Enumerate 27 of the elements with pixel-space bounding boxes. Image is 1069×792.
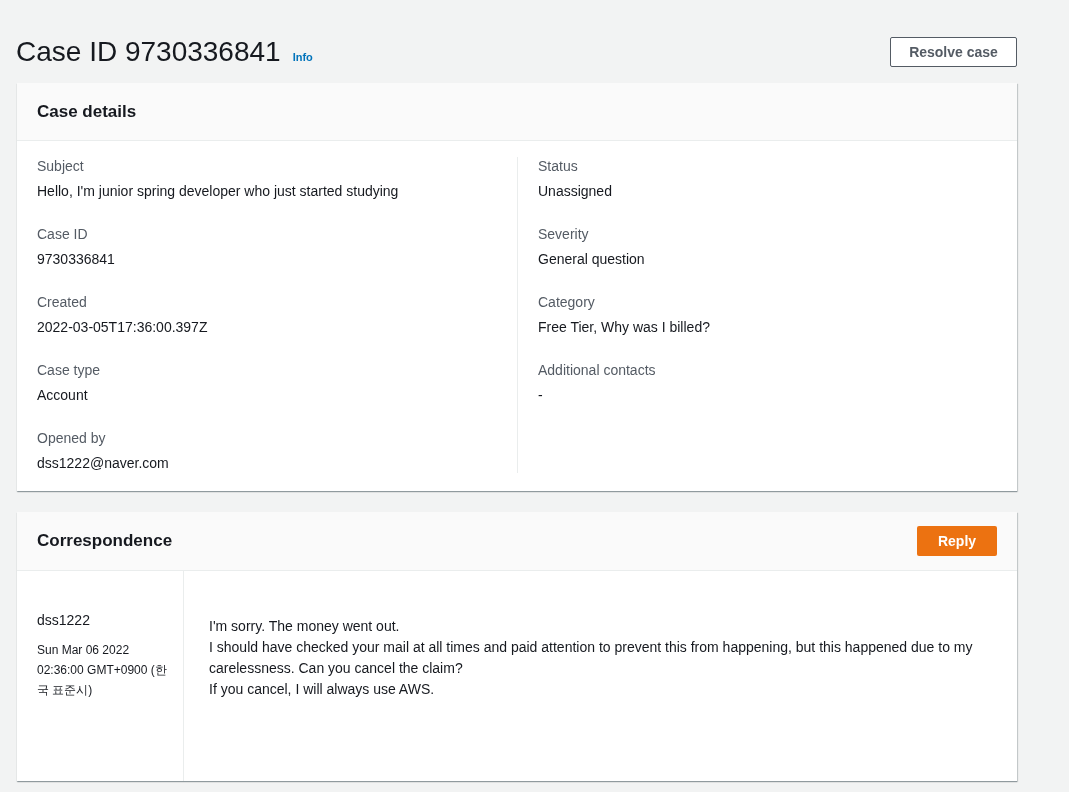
message-text: I'm sorry. The money went out. I should have checked your mail at all times and paid attention to prevent this from happening, but this happened due to my carelessness. Can you cancel the claim? If you cancel, I will always use AWS. [209, 617, 974, 699]
field-value: Free Tier, Why was I billed? [538, 318, 711, 337]
field-label: Case type [37, 361, 102, 380]
message-author: dss1222 [37, 611, 91, 630]
field-label: Subject [37, 157, 85, 176]
reply-button[interactable]: Reply [917, 526, 997, 556]
message-date: Sun Mar 06 2022 02:36:00 GMT+0900 (한국 표준시) [37, 642, 168, 699]
field-label: Severity [538, 225, 590, 244]
field-value: Account [37, 386, 89, 405]
card-title: Case details [37, 100, 137, 123]
resolve-case-button[interactable]: Resolve case [890, 37, 1017, 67]
field-value: 2022-03-05T17:36:00.397Z [37, 318, 209, 337]
card-title: Correspondence [37, 530, 173, 553]
field-label: Opened by [37, 429, 107, 448]
field-label: Created [37, 293, 88, 312]
info-link[interactable]: Info [292, 49, 313, 66]
field-value: Unassigned [538, 182, 613, 201]
field-value: Hello, I'm junior spring developer who just started studying [37, 182, 400, 201]
field-label: Case ID [37, 225, 89, 244]
field-value: 9730336841 [37, 250, 116, 269]
field-value: General question [538, 250, 646, 269]
field-value: dss1222@naver.com [37, 454, 170, 473]
field-label: Category [538, 293, 596, 312]
page-title: Case ID 9730336841 [16, 37, 281, 67]
field-value: - [538, 386, 544, 405]
field-label: Status [538, 157, 579, 176]
field-label: Additional contacts [538, 361, 657, 380]
